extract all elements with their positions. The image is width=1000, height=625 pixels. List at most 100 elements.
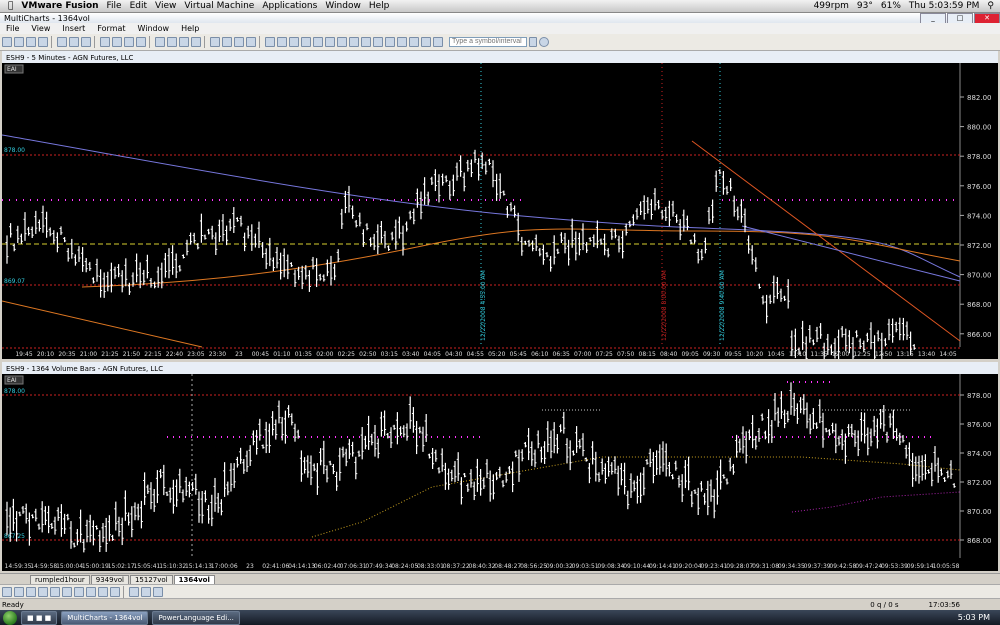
quick-launch-icons[interactable]: ■ ■ ■ xyxy=(21,610,58,625)
plot-area[interactable] xyxy=(2,374,960,558)
time-tick-label: 23:05 xyxy=(187,351,204,358)
time-tick-label: 09:00:32 xyxy=(546,563,573,570)
time-tick-label: 09:37:39 xyxy=(804,563,831,570)
rectangle-tool-icon[interactable] xyxy=(74,587,84,597)
symbol-input[interactable] xyxy=(449,37,527,47)
price-chart-5min[interactable]: ESH9 - 5 Minutes - AGN Futures, LLC EAI … xyxy=(2,51,998,359)
battery-status[interactable]: 61% xyxy=(881,1,901,11)
mac-menu-file[interactable]: File xyxy=(107,1,122,11)
dom-icon[interactable] xyxy=(124,37,134,47)
settings-icon[interactable] xyxy=(373,37,383,47)
start-button[interactable] xyxy=(3,610,17,625)
arrow-down-icon[interactable] xyxy=(301,37,311,47)
new-icon[interactable] xyxy=(2,37,12,47)
crosshair-icon[interactable] xyxy=(222,37,232,47)
mac-menu-virtual-machine[interactable]: Virtual Machine xyxy=(184,1,254,11)
link-icon[interactable] xyxy=(409,37,419,47)
task-powerlanguage-editor[interactable]: PowerLanguage Edi... xyxy=(152,610,240,625)
mac-menu-bar:  VMware Fusion File Edit View Virtual M… xyxy=(0,0,1000,13)
open-icon[interactable] xyxy=(14,37,24,47)
maximize-button[interactable]: □ xyxy=(947,12,973,24)
ray-tool-icon[interactable] xyxy=(14,587,24,597)
save-icon[interactable] xyxy=(26,37,36,47)
flatten-icon[interactable] xyxy=(153,587,163,597)
chart-window-icon[interactable] xyxy=(100,37,110,47)
hourglass-icon[interactable] xyxy=(277,37,287,47)
time-tick-label: 09:05 xyxy=(681,351,698,358)
arrow-right-icon[interactable] xyxy=(325,37,335,47)
time-tick-label: 14:59:58 xyxy=(30,563,57,570)
menu-insert[interactable]: Insert xyxy=(62,24,85,33)
volume-bar-chart[interactable]: ESH9 - 1364 Volume Bars - AGN Futures, L… xyxy=(2,362,998,571)
mac-menu-view[interactable]: View xyxy=(155,1,176,11)
vline-label: 12/22/2008 8:00:00 AM xyxy=(661,270,668,341)
time-tick-label: 09:10:44 xyxy=(623,563,650,570)
indicator-icon[interactable] xyxy=(155,37,165,47)
bar-type-icon[interactable] xyxy=(421,37,431,47)
time-tick-label: 07:06:31 xyxy=(340,563,367,570)
time-tick-label: 20:35 xyxy=(58,351,75,358)
close-button[interactable]: ✕ xyxy=(974,12,1000,24)
hline-tool-icon[interactable] xyxy=(26,587,36,597)
apple-icon[interactable]:  xyxy=(8,1,13,11)
scanner-icon[interactable] xyxy=(112,37,122,47)
refresh-icon[interactable] xyxy=(385,37,395,47)
menu-view[interactable]: View xyxy=(31,24,50,33)
line-tool-icon[interactable] xyxy=(2,587,12,597)
alert-icon[interactable] xyxy=(397,37,407,47)
arrow-tool-icon[interactable] xyxy=(110,587,120,597)
menu-app-name[interactable]: VMware Fusion xyxy=(21,1,98,11)
menu-help[interactable]: Help xyxy=(181,24,199,33)
ellipse-tool-icon[interactable] xyxy=(86,587,96,597)
task-multicharts[interactable]: MultiCharts - 1364vol xyxy=(61,610,149,625)
time-tick-label: 12:00 xyxy=(832,351,849,358)
sell-icon[interactable] xyxy=(141,587,151,597)
time-tick-label: 09:59:14 xyxy=(907,563,934,570)
minimize-button[interactable]: _ xyxy=(920,12,946,24)
expand-icon[interactable] xyxy=(337,37,347,47)
time-tick-label: 07:50 xyxy=(617,351,634,358)
print-icon[interactable] xyxy=(38,37,48,47)
paste-icon[interactable] xyxy=(81,37,91,47)
time-tick-label: 01:35 xyxy=(295,351,312,358)
order-entry-icon[interactable] xyxy=(136,37,146,47)
time-tick-label: 14:05 xyxy=(939,351,956,358)
cut-icon[interactable] xyxy=(57,37,67,47)
candle-icon[interactable] xyxy=(433,37,443,47)
buy-icon[interactable] xyxy=(129,587,139,597)
cursor-icon[interactable] xyxy=(210,37,220,47)
menu-clock[interactable]: Thu 5:03:59 PM xyxy=(909,1,980,11)
mac-menu-applications[interactable]: Applications xyxy=(262,1,317,11)
taskbar-clock[interactable]: 5:03 PM xyxy=(958,613,990,622)
arrow-left-icon[interactable] xyxy=(313,37,323,47)
signal-icon[interactable] xyxy=(167,37,177,47)
price-scale[interactable] xyxy=(960,374,998,558)
time-tick-label: 10:45 xyxy=(767,351,784,358)
zoom-in-icon[interactable] xyxy=(234,37,244,47)
menu-format[interactable]: Format xyxy=(97,24,125,33)
fibonacci-tool-icon[interactable] xyxy=(62,587,72,597)
mac-menu-window[interactable]: Window xyxy=(325,1,361,11)
zoom-out-icon[interactable] xyxy=(246,37,256,47)
menu-file[interactable]: File xyxy=(6,24,19,33)
menu-window[interactable]: Window xyxy=(138,24,170,33)
clock-icon[interactable] xyxy=(539,37,549,47)
price-tick-label: 874.00 xyxy=(967,450,992,458)
text-tool-icon[interactable] xyxy=(98,587,108,597)
spotlight-icon[interactable]: ⚲ xyxy=(987,1,994,11)
chevron-down-icon[interactable] xyxy=(529,37,537,47)
price-tick-label: 870.00 xyxy=(967,272,992,280)
mac-menu-help[interactable]: Help xyxy=(369,1,390,11)
scroll-left-icon[interactable] xyxy=(265,37,275,47)
time-tick-label: 09:03:51 xyxy=(572,563,599,570)
price-tick-label: 876.00 xyxy=(967,421,992,429)
copy-icon[interactable] xyxy=(69,37,79,47)
channel-tool-icon[interactable] xyxy=(50,587,60,597)
grid-icon[interactable] xyxy=(361,37,371,47)
arrow-up-icon[interactable] xyxy=(289,37,299,47)
collapse-icon[interactable] xyxy=(349,37,359,47)
check-icon[interactable] xyxy=(191,37,201,47)
vline-tool-icon[interactable] xyxy=(38,587,48,597)
mac-menu-edit[interactable]: Edit xyxy=(130,1,147,11)
drawing-icon[interactable] xyxy=(179,37,189,47)
